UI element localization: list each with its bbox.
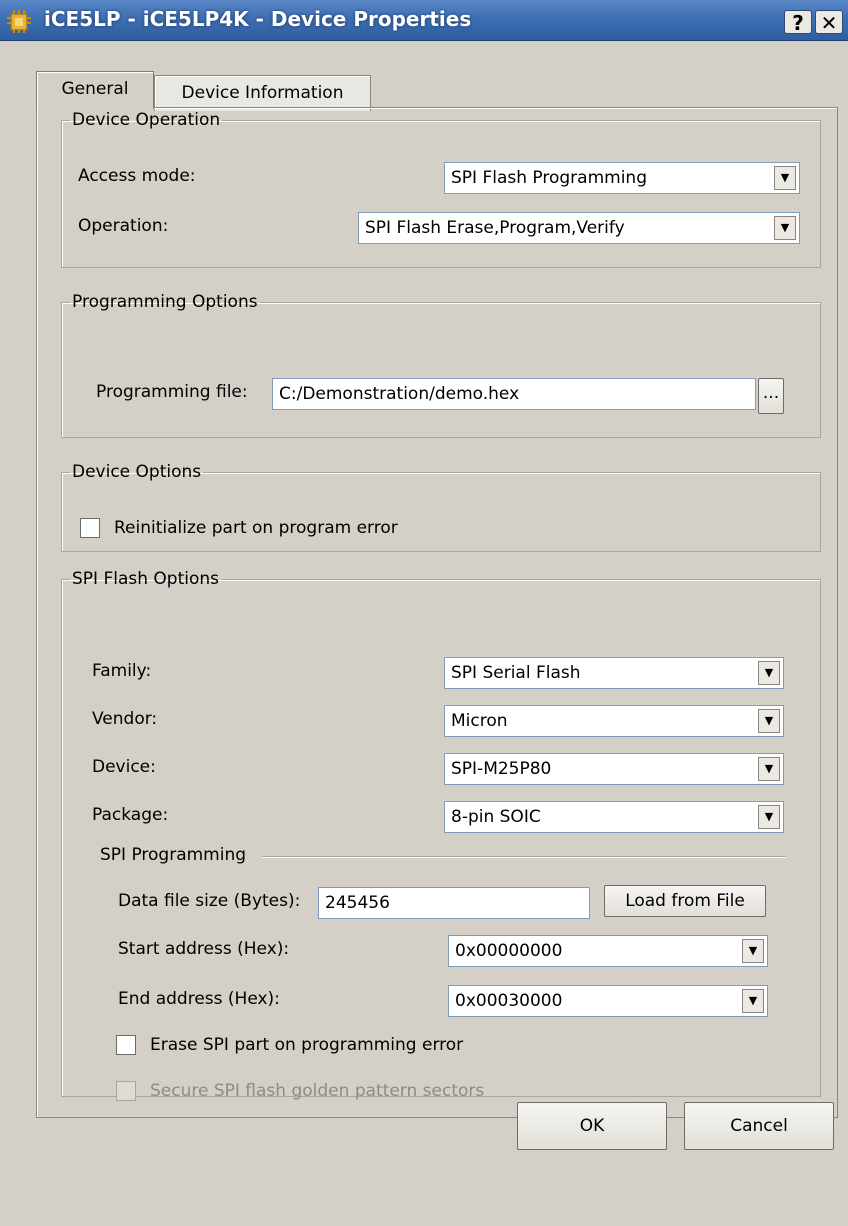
cancel-button[interactable]: Cancel: [684, 1102, 834, 1150]
vendor-value: Micron: [451, 711, 508, 731]
operation-select[interactable]: SPI Flash Erase,Program,Verify ▼: [358, 212, 800, 244]
programming-options-group: Programming Options Programming file: C:…: [61, 292, 821, 438]
start-address-value: 0x00000000: [455, 941, 563, 961]
tab-device-information[interactable]: Device Information: [154, 75, 371, 111]
chevron-down-icon[interactable]: ▼: [774, 216, 796, 240]
device-operation-legend: Device Operation: [72, 110, 221, 130]
spi-programming-heading: SPI Programming: [100, 845, 247, 865]
end-address-label: End address (Hex):: [118, 989, 280, 1009]
spi-flash-options-legend: SPI Flash Options: [72, 569, 220, 589]
device-label: Device:: [92, 757, 156, 777]
data-file-size-label: Data file size (Bytes):: [118, 891, 301, 911]
chevron-down-icon[interactable]: ▼: [742, 939, 764, 963]
end-address-value: 0x00030000: [455, 991, 563, 1011]
browse-button[interactable]: ...: [758, 378, 784, 414]
tab-general[interactable]: General: [36, 71, 154, 109]
secure-spi-checkbox[interactable]: [116, 1081, 136, 1101]
programming-file-label: Programming file:: [96, 382, 248, 402]
ok-button[interactable]: OK: [517, 1102, 667, 1150]
reinitialize-label: Reinitialize part on program error: [114, 518, 398, 538]
reinitialize-checkbox[interactable]: [80, 518, 100, 538]
package-label: Package:: [92, 805, 169, 825]
start-address-select[interactable]: 0x00000000 ▼: [448, 935, 768, 967]
programming-file-value: C:/Demonstration/demo.hex: [279, 384, 520, 404]
package-select[interactable]: 8-pin SOIC ▼: [444, 801, 784, 833]
programming-file-input[interactable]: C:/Demonstration/demo.hex: [272, 378, 756, 410]
close-button[interactable]: ✕: [815, 10, 843, 35]
end-address-select[interactable]: 0x00030000 ▼: [448, 985, 768, 1017]
family-value: SPI Serial Flash: [451, 663, 581, 683]
access-mode-select[interactable]: SPI Flash Programming ▼: [444, 162, 800, 194]
chevron-down-icon[interactable]: ▼: [758, 661, 780, 685]
secure-spi-label: Secure SPI flash golden pattern sectors: [150, 1081, 485, 1101]
data-file-size-value: 245456: [325, 893, 390, 913]
spi-programming-divider: [262, 856, 786, 857]
programming-options-legend: Programming Options: [72, 292, 258, 312]
erase-spi-checkbox[interactable]: [116, 1035, 136, 1055]
operation-label: Operation:: [78, 216, 169, 236]
operation-value: SPI Flash Erase,Program,Verify: [365, 218, 625, 238]
app-icon: [7, 10, 31, 33]
device-select[interactable]: SPI-M25P80 ▼: [444, 753, 784, 785]
start-address-label: Start address (Hex):: [118, 939, 290, 959]
device-options-legend: Device Options: [72, 462, 202, 482]
close-icon: ✕: [820, 11, 838, 35]
chevron-down-icon[interactable]: ▼: [774, 166, 796, 190]
package-value: 8-pin SOIC: [451, 807, 541, 827]
help-button[interactable]: ?: [784, 10, 812, 35]
device-value: SPI-M25P80: [451, 759, 552, 779]
chevron-down-icon[interactable]: ▼: [758, 757, 780, 781]
vendor-label: Vendor:: [92, 709, 158, 729]
family-select[interactable]: SPI Serial Flash ▼: [444, 657, 784, 689]
access-mode-label: Access mode:: [78, 166, 196, 186]
tab-panel-general: Device Operation Access mode: SPI Flash …: [36, 107, 838, 1118]
dialog-body: General Device Information Device Operat…: [0, 40, 848, 1226]
spi-flash-options-group: SPI Flash Options Family: SPI Serial Fla…: [61, 569, 821, 1101]
window-title: iCE5LP - iCE5LP4K - Device Properties: [44, 7, 472, 31]
title-bar[interactable]: iCE5LP - iCE5LP4K - Device Properties ? …: [0, 0, 848, 41]
erase-spi-label: Erase SPI part on programming error: [150, 1035, 464, 1055]
device-options-group: Device Options Reinitialize part on prog…: [61, 462, 821, 552]
device-operation-group: Device Operation Access mode: SPI Flash …: [61, 110, 821, 268]
chevron-down-icon[interactable]: ▼: [758, 709, 780, 733]
chevron-down-icon[interactable]: ▼: [742, 989, 764, 1013]
load-from-file-button[interactable]: Load from File: [604, 885, 766, 917]
chevron-down-icon[interactable]: ▼: [758, 805, 780, 829]
access-mode-value: SPI Flash Programming: [451, 168, 647, 188]
data-file-size-input[interactable]: 245456: [318, 887, 590, 919]
vendor-select[interactable]: Micron ▼: [444, 705, 784, 737]
family-label: Family:: [92, 661, 152, 681]
